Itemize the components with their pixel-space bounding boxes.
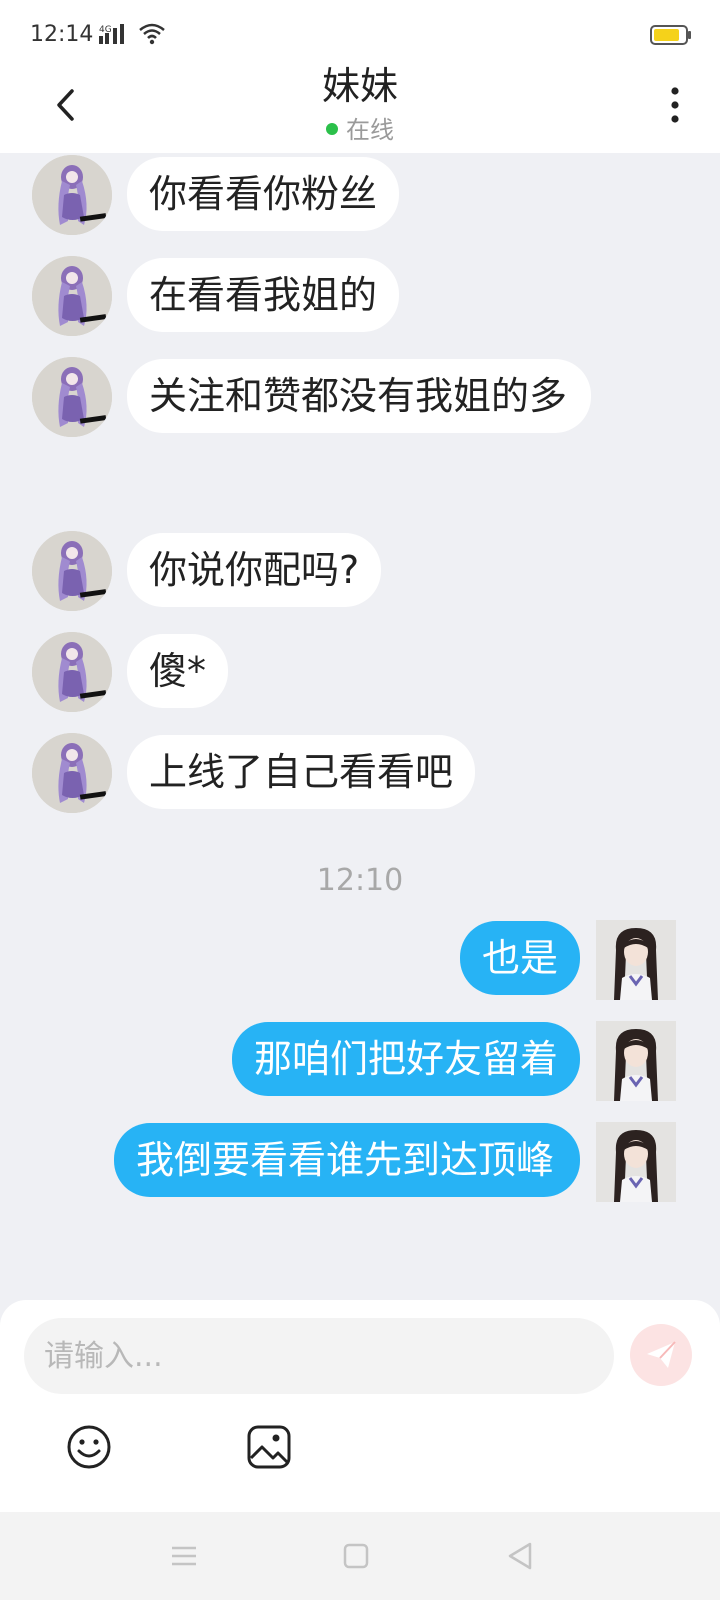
message-bubble[interactable]: 你看看你粉丝 xyxy=(127,157,400,231)
message-bubble[interactable]: 你说你配吗? xyxy=(127,533,382,607)
emoji-icon xyxy=(67,1425,111,1469)
online-dot-icon xyxy=(326,123,338,135)
anime-girl-avatar-icon xyxy=(32,256,112,336)
message-list[interactable]: 你看看你粉丝 在看看我姐的 关注和赞都没有我姐的多 你说你配吗? 傻* 上线了自… xyxy=(0,153,720,1303)
anime-girl-avatar-icon xyxy=(596,920,676,1000)
anime-girl-avatar-icon xyxy=(596,1122,676,1202)
anime-girl-avatar-icon xyxy=(32,632,112,712)
contact-avatar[interactable] xyxy=(32,357,112,437)
anime-girl-avatar-icon xyxy=(32,531,112,611)
anime-girl-avatar-icon xyxy=(32,733,112,813)
image-icon xyxy=(247,1425,291,1469)
message-bubble[interactable]: 关注和赞都没有我姐的多 xyxy=(127,359,591,433)
message-bubble[interactable]: 上线了自己看看吧 xyxy=(127,735,476,809)
message-input[interactable] xyxy=(24,1318,614,1394)
emoji-button[interactable] xyxy=(66,1424,112,1470)
signal-icon: 4G xyxy=(99,24,124,44)
my-avatar[interactable] xyxy=(596,1021,676,1101)
image-button[interactable] xyxy=(246,1424,292,1470)
battery-icon xyxy=(650,25,691,45)
more-vertical-icon xyxy=(671,87,679,123)
contact-avatar[interactable] xyxy=(32,632,112,712)
wifi-icon xyxy=(139,23,165,45)
message-bubble[interactable]: 傻* xyxy=(127,634,229,708)
contact-avatar[interactable] xyxy=(32,733,112,813)
anime-girl-avatar-icon xyxy=(32,155,112,235)
my-avatar[interactable] xyxy=(596,1122,676,1202)
presence-status: 在线 xyxy=(0,110,720,145)
back-nav-icon[interactable] xyxy=(504,1540,536,1572)
chat-header: 妹妹 在线 xyxy=(0,60,720,153)
contact-avatar[interactable] xyxy=(32,531,112,611)
message-bubble-outgoing[interactable]: 也是 xyxy=(459,921,580,995)
menu-icon[interactable] xyxy=(168,1540,200,1572)
my-avatar[interactable] xyxy=(596,920,676,1000)
system-nav-bar xyxy=(0,1512,720,1600)
send-button[interactable] xyxy=(630,1324,692,1386)
timestamp-divider: 12:10 xyxy=(316,863,404,898)
status-time: 12:14 xyxy=(30,22,94,47)
composer-panel xyxy=(0,1300,720,1512)
message-bubble-outgoing[interactable]: 那咱们把好友留着 xyxy=(231,1022,580,1096)
status-bar: 12:14 4G xyxy=(0,0,720,60)
home-icon[interactable] xyxy=(340,1540,372,1572)
send-icon xyxy=(647,1341,676,1368)
contact-name: 妹妹 xyxy=(321,64,398,108)
presence-label: 在线 xyxy=(346,116,394,144)
message-bubble-outgoing[interactable]: 我倒要看看谁先到达顶峰 xyxy=(114,1123,580,1197)
anime-girl-avatar-icon xyxy=(596,1021,676,1101)
anime-girl-avatar-icon xyxy=(32,357,112,437)
more-options-button[interactable] xyxy=(655,80,695,130)
contact-avatar[interactable] xyxy=(32,155,112,235)
message-bubble[interactable]: 在看看我姐的 xyxy=(127,258,400,332)
contact-avatar[interactable] xyxy=(32,256,112,336)
